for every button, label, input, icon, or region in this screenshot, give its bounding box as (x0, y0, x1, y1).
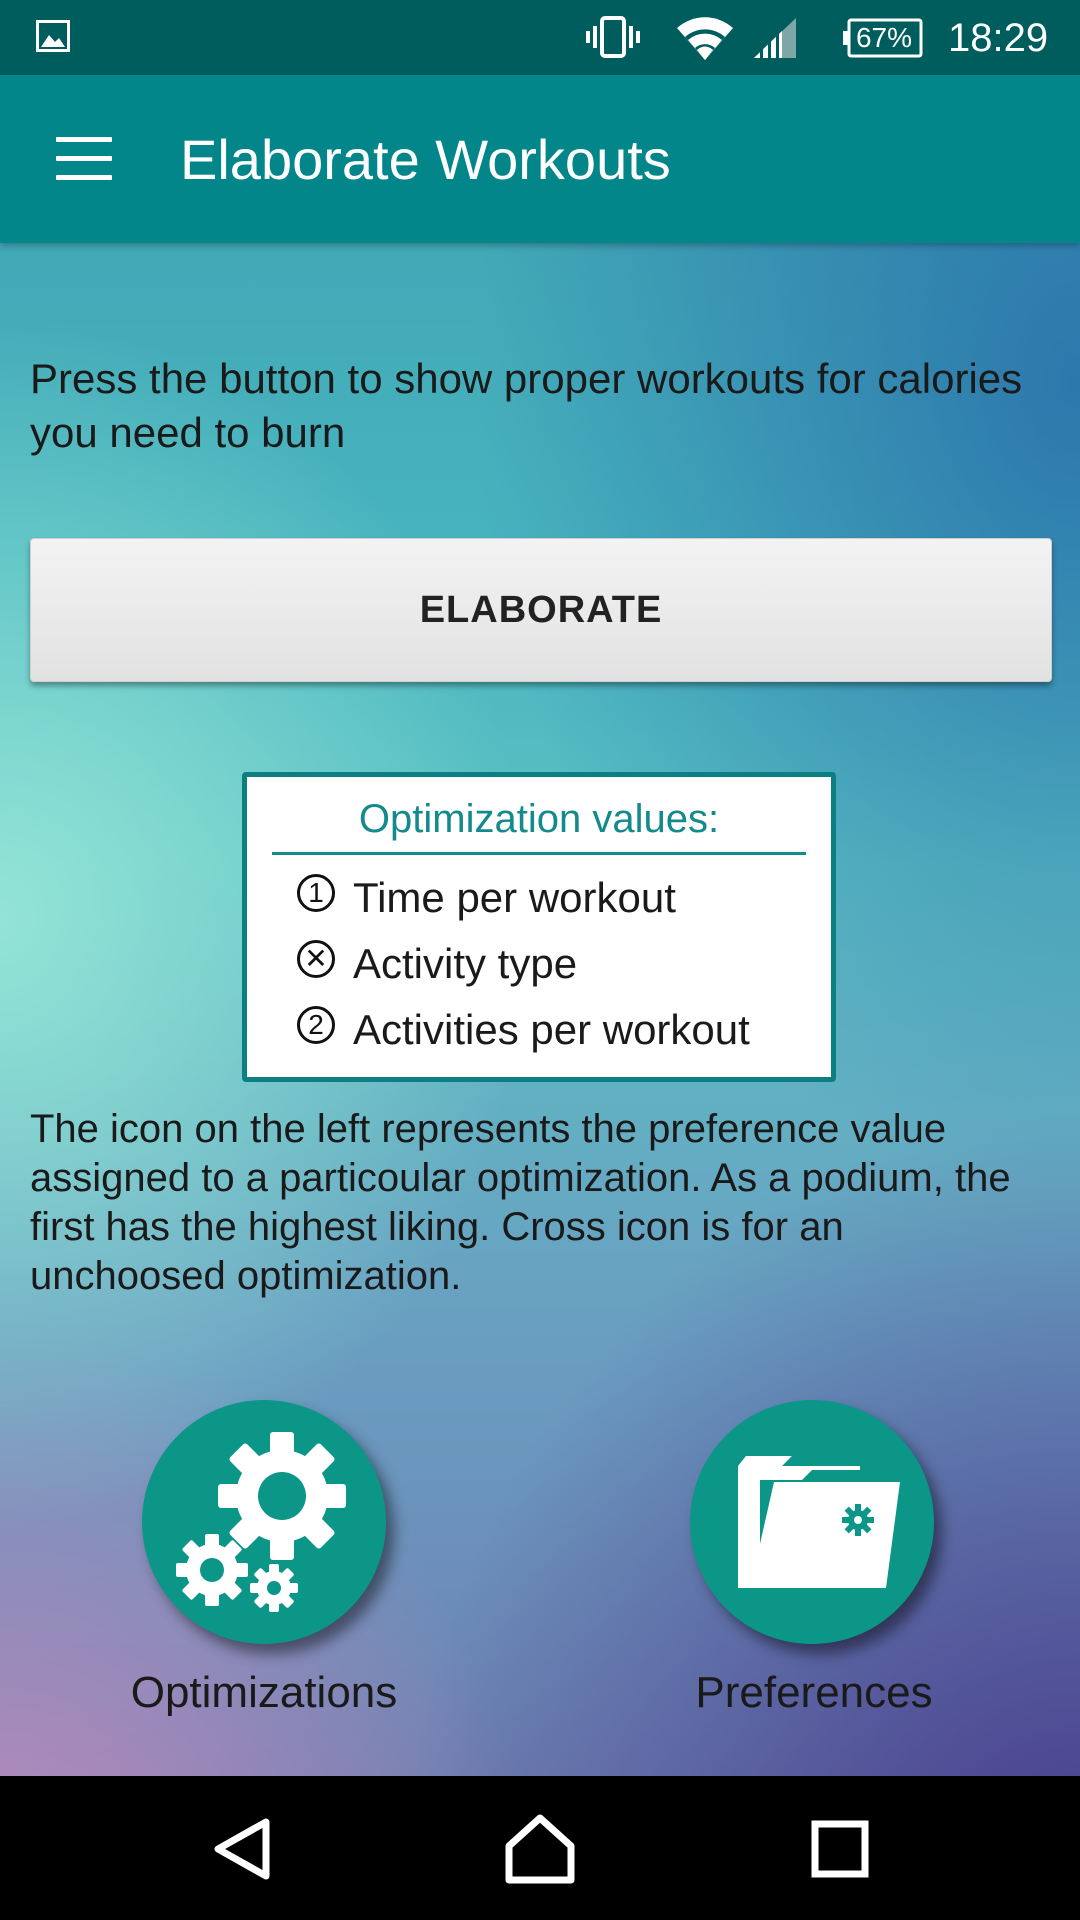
elaborate-button[interactable]: ELABORATE (30, 538, 1052, 682)
folder-settings-icon (738, 1456, 900, 1588)
navigation-bar (0, 1776, 1080, 1920)
wifi-icon (677, 17, 733, 60)
screen: 67% 18:29 Elaborate Workouts Press the b… (0, 0, 1080, 1920)
page-title: Elaborate Workouts (180, 128, 671, 191)
hamburger-menu-icon[interactable] (56, 137, 112, 181)
optimizations-label: Optimizations (130, 1668, 398, 1717)
intro-text: Press the button to show proper workouts… (30, 355, 1023, 456)
status-bar: 67% 18:29 (0, 0, 1080, 75)
optimization-item-label: Time per workout (353, 874, 676, 921)
optimization-item-label: Activity type (353, 940, 578, 987)
home-icon[interactable] (495, 1804, 585, 1894)
explanation-text: The icon on the left represents the pref… (30, 1107, 1011, 1298)
recents-icon[interactable] (795, 1804, 885, 1894)
optimization-box-title: Optimization values: (358, 797, 720, 841)
vibrate-icon (586, 16, 640, 58)
signal-icon (754, 18, 796, 58)
divider (272, 852, 806, 855)
rank-two-icon: 2 (297, 1006, 335, 1044)
back-icon[interactable] (196, 1804, 286, 1894)
gears-icon (176, 1432, 346, 1612)
optimization-item-label: Activities per workout (353, 1006, 750, 1053)
app-bar: Elaborate Workouts (0, 75, 1080, 243)
optimizations-button[interactable] (142, 1400, 386, 1644)
clock: 18:29 (948, 16, 1049, 60)
optimization-values-box: Optimization values: 1 Time per workout … (242, 772, 836, 1082)
rank-one-icon: 1 (297, 874, 335, 912)
cross-icon: ✕ (297, 940, 335, 978)
battery-percentage: 67% (855, 22, 913, 53)
preferences-label: Preferences (695, 1668, 933, 1717)
preferences-button[interactable] (690, 1400, 934, 1644)
image-icon (36, 20, 70, 52)
